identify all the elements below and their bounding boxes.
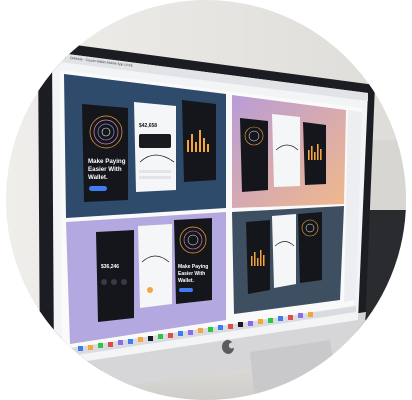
phone-dark-8 — [298, 212, 322, 283]
phone-light-2 — [272, 114, 300, 187]
phone-dark-7 — [246, 220, 270, 294]
balance-amount-2: $36,246 — [101, 264, 119, 270]
wallet-card — [139, 134, 171, 148]
phone-light-3 — [138, 224, 172, 308]
phone-light-4 — [272, 214, 296, 288]
headline-line-1b: Make Paying — [178, 264, 208, 270]
headline-line-2b: Easier With — [178, 271, 205, 277]
minimize-window-icon[interactable] — [59, 55, 63, 58]
headline-line-1: Make Paying — [88, 158, 126, 165]
headline-line-2: Easier With — [88, 166, 122, 173]
phone-dark-3 — [240, 118, 268, 192]
balance-amount: $42,658 — [139, 123, 157, 129]
maximize-window-icon[interactable] — [63, 55, 67, 59]
photo-of-imac: Dribbble - Crypto Wallet Mobile App UI K… — [0, 0, 412, 400]
headline-line-3: Wallet. — [88, 174, 108, 181]
phone-dark-5 — [96, 230, 134, 322]
close-window-icon[interactable] — [55, 54, 59, 58]
headline-line-3b: Wallet. — [178, 278, 195, 284]
cta-button[interactable] — [179, 288, 193, 292]
get-started-button[interactable] — [89, 186, 107, 191]
